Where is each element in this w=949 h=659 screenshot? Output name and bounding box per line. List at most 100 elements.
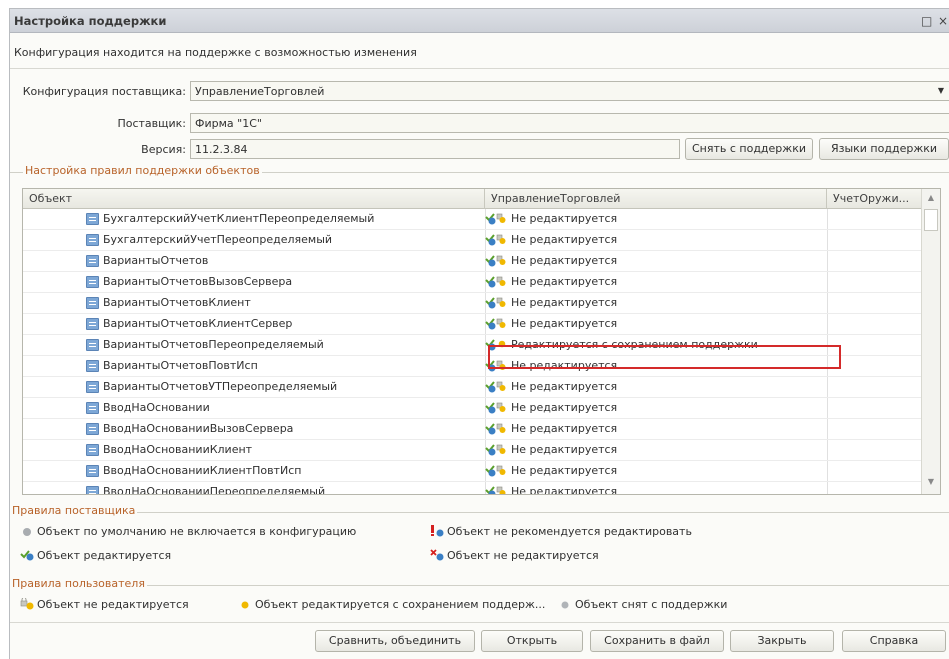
column-header-vendor[interactable]: УправлениеТорговлей: [485, 189, 827, 209]
table-row[interactable]: БухгалтерскийУчетПереопределяемый Не реда…: [23, 230, 923, 251]
help-button[interactable]: Справка: [842, 630, 946, 652]
common-module-icon: [86, 381, 99, 393]
status-text: Не редактируется: [511, 317, 618, 330]
object-name: ВариантыОтчетов: [103, 254, 209, 267]
gray-sphere-icon: [558, 598, 572, 610]
support-status-text: Конфигурация находится на поддержке с во…: [14, 46, 417, 59]
status-text: Не редактируется: [511, 275, 618, 288]
status-text: Не редактируется: [511, 464, 618, 477]
scroll-up-icon[interactable]: ▲: [922, 189, 940, 207]
object-name: ВариантыОтчетовПереопределяемый: [103, 338, 324, 351]
common-module-icon: [86, 339, 99, 351]
remove-support-button[interactable]: Снять с поддержки: [685, 138, 813, 160]
cross-icon: [430, 549, 444, 561]
table-row[interactable]: ВариантыОтчетовКлиент Не редактируется: [23, 293, 923, 314]
version-label: Версия:: [141, 143, 186, 156]
not-editable-icon: [485, 463, 507, 477]
status-text: Не редактируется: [511, 254, 618, 267]
divider: [10, 622, 949, 623]
table-row[interactable]: ВариантыОтчетов Не редактируется: [23, 251, 923, 272]
status-text: Не редактируется: [511, 296, 618, 309]
status-text: Не редактируется: [511, 443, 618, 456]
legend-not-editable: Объект не редактируется: [430, 549, 599, 562]
common-module-icon: [86, 276, 99, 288]
not-editable-icon: [485, 316, 507, 330]
scroll-down-icon[interactable]: ▼: [922, 473, 940, 491]
group-line: [10, 512, 949, 513]
common-module-icon: [86, 444, 99, 456]
compare-merge-button[interactable]: Сравнить, объединить: [315, 630, 475, 652]
chevron-down-icon[interactable]: ▼: [933, 82, 949, 100]
table-row[interactable]: ВариантыОтчетовВызовСервера Не редактируе…: [23, 272, 923, 293]
table-row[interactable]: ВводНаОснованииВызовСервера Не редактируе…: [23, 419, 923, 440]
vendor-config-select[interactable]: УправлениеТорговлей ▼: [190, 81, 949, 101]
table-row[interactable]: ВариантыОтчетовПовтИсп Не редактируется: [23, 356, 923, 377]
not-editable-icon: [485, 421, 507, 435]
status-text: Не редактируется: [511, 401, 618, 414]
vendor-config-value: УправлениеТорговлей: [195, 85, 325, 98]
vendor-config-label: Конфигурация поставщика:: [22, 85, 186, 98]
common-module-icon: [86, 423, 99, 435]
support-rules-table[interactable]: Объект УправлениеТорговлей УчетОружи... …: [22, 188, 941, 495]
save-to-file-button[interactable]: Сохранить в файл: [590, 630, 724, 652]
warning-icon: [430, 525, 444, 537]
legend-default-excluded: Объект по умолчанию не включается в конф…: [20, 525, 356, 538]
legend-user-removed: Объект снят с поддержки: [558, 598, 727, 611]
not-editable-icon: [485, 442, 507, 456]
rules-group-title: Настройка правил поддержки объектов: [23, 164, 262, 177]
support-settings-window: Настройка поддержки □ × Конфигурация нах…: [9, 8, 949, 659]
not-editable-icon: [485, 400, 507, 414]
table-row[interactable]: ВводНаОснованииПереопределяемый Не редакт…: [23, 482, 923, 495]
legend-user-not-editable: Объект не редактируется: [20, 597, 189, 611]
table-row[interactable]: ВводНаОсновании Не редактируется: [23, 398, 923, 419]
maximize-icon[interactable]: □: [921, 14, 932, 28]
scroll-thumb[interactable]: [924, 209, 938, 231]
status-text: Не редактируется: [511, 233, 618, 246]
legend-user-editable-support: Объект редактируется с сохранением подде…: [238, 598, 545, 611]
common-module-icon: [86, 360, 99, 372]
not-editable-icon: [485, 379, 507, 393]
object-name: ВводНаОснованииВызовСервера: [103, 422, 294, 435]
status-text: Не редактируется: [511, 212, 618, 225]
table-row[interactable]: ВводНаОснованииКлиентПовтИсп Не редактиру…: [23, 461, 923, 482]
status-text: Не редактируется: [511, 380, 618, 393]
group-line: [10, 585, 949, 586]
close-button[interactable]: Закрыть: [730, 630, 834, 652]
window-title: Настройка поддержки: [14, 14, 167, 28]
object-name: ВводНаОснованииПереопределяемый: [103, 485, 326, 495]
not-editable-icon: [485, 274, 507, 288]
title-bar: Настройка поддержки □ ×: [10, 9, 949, 33]
editable-support-icon: [485, 337, 507, 351]
table-row[interactable]: БухгалтерскийУчетКлиентПереопределяемый Н…: [23, 209, 923, 230]
common-module-icon: [86, 465, 99, 477]
table-row[interactable]: ВариантыОтчетовУТПереопределяемый Не реда…: [23, 377, 923, 398]
vendor-rules-title: Правила поставщика: [10, 504, 138, 517]
table-scrollbar[interactable]: ▲ ▼: [921, 189, 940, 494]
object-name: БухгалтерскийУчетПереопределяемый: [103, 233, 333, 246]
object-name: ВводНаОснованииКлиентПовтИсп: [103, 464, 302, 477]
common-module-icon: [86, 318, 99, 330]
not-editable-icon: [485, 295, 507, 309]
column-header-object[interactable]: Объект: [23, 189, 485, 209]
table-row[interactable]: ВариантыОтчетовПереопределяемый Редактиру…: [23, 335, 923, 356]
common-module-icon: [86, 402, 99, 414]
yellow-sphere-icon: [238, 598, 252, 610]
not-editable-icon: [485, 232, 507, 246]
common-module-icon: [86, 486, 99, 494]
object-name: БухгалтерскийУчетКлиентПереопределяемый: [103, 212, 375, 225]
status-text: Не редактируется: [511, 485, 618, 495]
gray-sphere-icon: [20, 525, 34, 537]
support-languages-button[interactable]: Языки поддержки: [819, 138, 949, 160]
object-name: ВариантыОтчетовКлиент: [103, 296, 251, 309]
user-rules-title: Правила пользователя: [10, 577, 147, 590]
open-button[interactable]: Открыть: [481, 630, 583, 652]
table-row[interactable]: ВариантыОтчетовКлиентСервер Не редактируе…: [23, 314, 923, 335]
object-name: ВариантыОтчетовУТПереопределяемый: [103, 380, 338, 393]
vendor-label: Поставщик:: [117, 117, 186, 130]
table-row[interactable]: ВводНаОснованииКлиент Не редактируется: [23, 440, 923, 461]
column-header-weapons[interactable]: УчетОружи...: [827, 189, 923, 209]
object-name: ВариантыОтчетовПовтИсп: [103, 359, 258, 372]
divider: [10, 68, 949, 69]
close-icon[interactable]: ×: [938, 14, 948, 28]
not-editable-icon: [485, 253, 507, 267]
